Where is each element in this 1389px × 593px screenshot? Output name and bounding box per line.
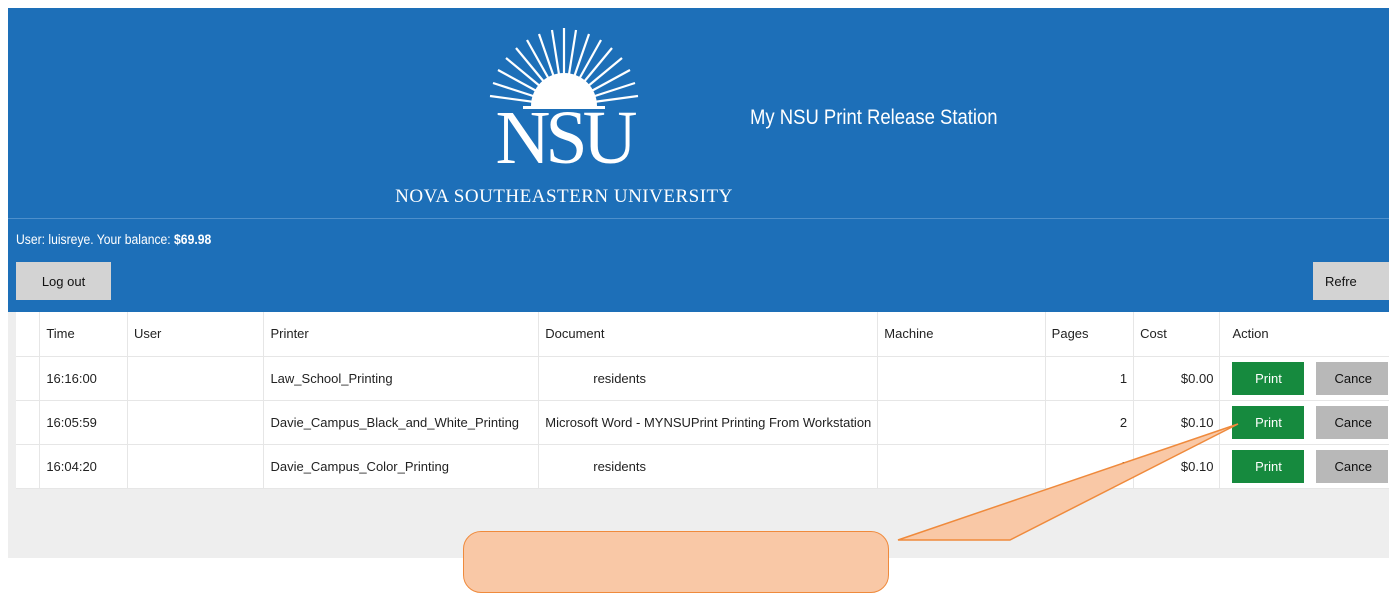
cell-pages: 1 [1045, 444, 1135, 489]
cancel-button[interactable]: Cance [1316, 361, 1389, 395]
cell-cost: $0.10 [1133, 444, 1221, 489]
cell-printer: Davie_Campus_Black_and_White_Printing [263, 400, 540, 445]
cell-cost: $0.10 [1133, 400, 1221, 445]
user-balance-line: User: luisreye. Your balance: $69.98 [16, 232, 211, 247]
page-title: My NSU Print Release Station [750, 106, 998, 129]
cell-action: Print Cance [1219, 356, 1389, 401]
column-header-printer[interactable]: Printer [263, 312, 540, 357]
refresh-button[interactable]: Refre [1313, 262, 1389, 300]
row-gutter [16, 444, 41, 489]
university-name: NOVA SOUTHEASTERN UNIVERSITY [395, 186, 733, 207]
jobs-panel: Time User Printer Document Machine Pages… [8, 312, 1389, 558]
print-button[interactable]: Print [1232, 449, 1305, 483]
column-header-time[interactable]: Time [39, 312, 128, 357]
jobs-table-container: Time User Printer Document Machine Pages… [16, 312, 1389, 489]
cell-pages: 2 [1045, 400, 1135, 445]
cell-machine [877, 400, 1046, 445]
cell-machine [877, 356, 1046, 401]
balance-value: $69.98 [174, 232, 212, 247]
column-header-cost[interactable]: Cost [1133, 312, 1221, 357]
nsu-logo: NSU NOVA SOUTHEASTERN UNIVERSITY [373, 26, 773, 221]
row-gutter [16, 400, 41, 445]
header-divider [8, 218, 1389, 219]
annotation-callout [463, 531, 889, 593]
column-header-document[interactable]: Document [538, 312, 879, 357]
table-row: 16:16:00 Law_School_Printing residents 1… [16, 356, 1389, 401]
cell-document: residents [538, 356, 879, 401]
cell-user [127, 400, 265, 445]
cell-user [127, 444, 265, 489]
cell-cost: $0.00 [1133, 356, 1221, 401]
column-header-machine[interactable]: Machine [877, 312, 1046, 357]
table-row: 16:04:20 Davie_Campus_Color_Printing res… [16, 444, 1389, 489]
cell-action: Print Cance [1219, 400, 1389, 445]
header: NSU NOVA SOUTHEASTERN UNIVERSITY My NSU … [8, 8, 1389, 218]
row-gutter [16, 312, 41, 357]
cell-time: 16:05:59 [39, 400, 128, 445]
cell-time: 16:04:20 [39, 444, 128, 489]
cell-user [127, 356, 265, 401]
cell-document: Microsoft Word - MYNSUPrint Printing Fro… [538, 400, 879, 445]
print-button[interactable]: Print [1232, 361, 1305, 395]
table-row: 16:05:59 Davie_Campus_Black_and_White_Pr… [16, 400, 1389, 445]
column-header-pages[interactable]: Pages [1045, 312, 1135, 357]
print-jobs-table: Time User Printer Document Machine Pages… [16, 312, 1389, 489]
cell-time: 16:16:00 [39, 356, 128, 401]
cell-action: Print Cance [1219, 444, 1389, 489]
print-release-window: NSU NOVA SOUTHEASTERN UNIVERSITY My NSU … [8, 8, 1389, 558]
cell-pages: 1 [1045, 356, 1135, 401]
column-header-action: Action [1219, 312, 1389, 357]
cancel-button[interactable]: Cance [1316, 405, 1389, 439]
cell-document: residents [538, 444, 879, 489]
logo-letters: NSU [495, 96, 637, 180]
row-gutter [16, 356, 41, 401]
user-label: User: luisreye. Your balance: [16, 232, 175, 247]
cell-machine [877, 444, 1046, 489]
cell-printer: Law_School_Printing [263, 356, 540, 401]
logout-button[interactable]: Log out [16, 262, 111, 300]
column-header-user[interactable]: User [127, 312, 265, 357]
cancel-button[interactable]: Cance [1316, 449, 1389, 483]
table-header-row: Time User Printer Document Machine Pages… [16, 312, 1389, 357]
cell-printer: Davie_Campus_Color_Printing [263, 444, 540, 489]
print-button[interactable]: Print [1232, 405, 1305, 439]
